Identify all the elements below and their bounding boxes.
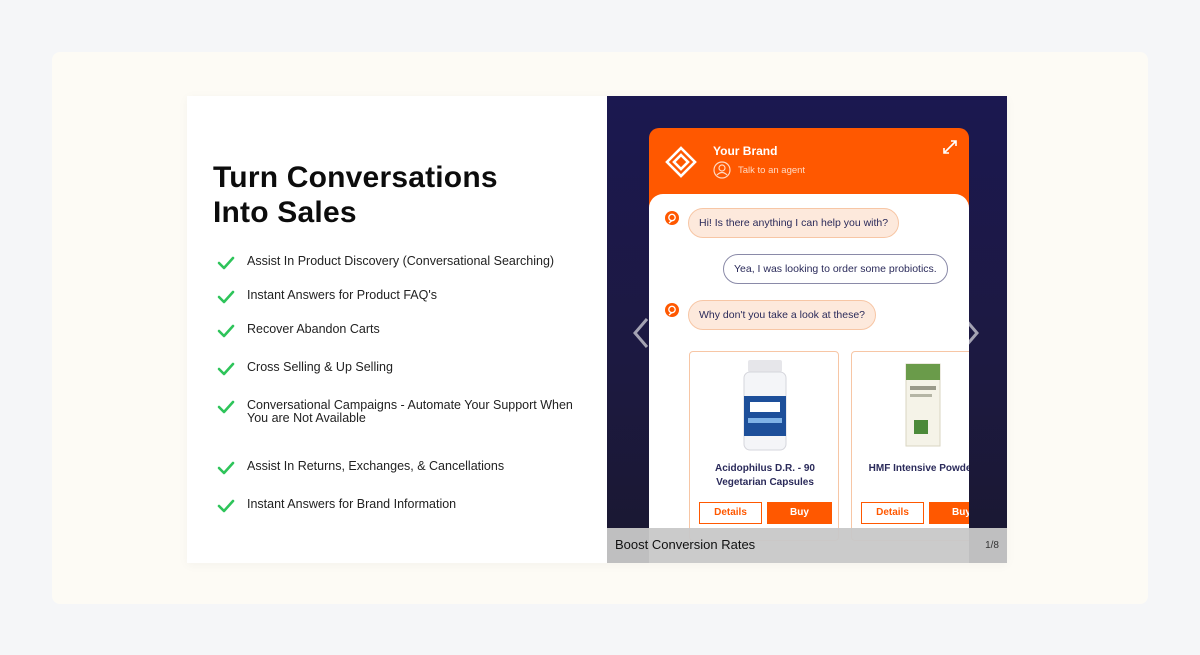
feature-text: Assist In Product Discovery (Conversatio…	[247, 254, 555, 268]
headline-line-1: Turn Conversations	[213, 161, 498, 194]
expand-icon[interactable]	[943, 140, 957, 154]
product-bottle-image	[743, 360, 787, 451]
check-icon	[217, 499, 235, 513]
feature-text: Assist In Returns, Exchanges, & Cancella…	[247, 459, 505, 473]
feature-item: Recover Abandon Carts	[217, 323, 577, 338]
feature-item: Instant Answers for Product FAQ's	[217, 289, 577, 304]
details-button[interactable]: Details	[861, 502, 924, 524]
chevron-right-icon[interactable]	[961, 316, 981, 350]
product-card[interactable]: HMF Intensive Powde oz Details Buy	[851, 351, 969, 541]
check-icon	[217, 461, 235, 475]
check-icon	[217, 290, 235, 304]
bot-avatar-icon	[665, 211, 679, 225]
check-icon	[217, 256, 235, 270]
feature-text: Conversational Campaigns - Automate Your…	[247, 398, 573, 425]
chevron-left-icon[interactable]	[631, 316, 651, 350]
feature-item: Instant Answers for Brand Information	[217, 498, 577, 513]
brand-logo-icon	[665, 146, 697, 178]
headline: Turn Conversations Into Sales	[213, 160, 498, 230]
check-icon	[217, 324, 235, 338]
slide-counter: 1/8	[985, 540, 999, 551]
brand-name: Your Brand	[713, 144, 778, 158]
feature-text: Instant Answers for Brand Information	[247, 497, 457, 511]
carousel-caption-bar: Boost Conversion Rates 1/8	[607, 528, 1007, 563]
feature-item: Assist In Product Discovery (Conversatio…	[217, 255, 577, 270]
details-button[interactable]: Details	[699, 502, 762, 524]
left-panel: Turn Conversations Into Sales Assist In …	[187, 96, 607, 563]
chat-header: Your Brand Talk to an agent	[649, 128, 969, 202]
product-box-image	[905, 363, 941, 447]
bot-avatar-icon	[665, 303, 679, 317]
feature-text: Recover Abandon Carts	[247, 322, 380, 336]
slide-caption: Boost Conversion Rates	[615, 537, 756, 552]
check-icon	[217, 400, 235, 414]
talk-to-agent-link[interactable]: Talk to an agent	[738, 165, 805, 176]
feature-text: Instant Answers for Product FAQ's	[247, 288, 437, 302]
check-icon	[217, 362, 235, 376]
carousel-panel: Your Brand Talk to an agent Hi! Is there…	[607, 96, 1007, 563]
agent-icon[interactable]	[713, 161, 731, 179]
bot-message: Why don't you take a look at these?	[688, 300, 877, 330]
feature-item: Cross Selling & Up Selling	[217, 361, 577, 376]
chat-widget: Your Brand Talk to an agent Hi! Is there…	[649, 128, 969, 563]
slide-card: Turn Conversations Into Sales Assist In …	[187, 96, 1007, 563]
product-card[interactable]: Acidophilus D.R. - 90 Vegetarian Capsule…	[689, 351, 839, 541]
user-message: Yea, I was looking to order some probiot…	[723, 254, 948, 284]
buy-button[interactable]: Buy	[767, 502, 832, 524]
headline-line-2: Into Sales	[213, 196, 357, 229]
feature-item: Conversational Campaigns - Automate Your…	[217, 399, 577, 425]
product-name: Acidophilus D.R. - 90 Vegetarian Capsule…	[714, 463, 815, 488]
chat-body: Hi! Is there anything I can help you wit…	[649, 194, 969, 563]
feature-item: Assist In Returns, Exchanges, & Cancella…	[217, 460, 577, 475]
buy-button[interactable]: Buy	[929, 502, 969, 524]
product-name: HMF Intensive Powde oz	[868, 463, 969, 474]
bot-message: Hi! Is there anything I can help you wit…	[688, 208, 900, 238]
feature-text: Cross Selling & Up Selling	[247, 360, 393, 374]
